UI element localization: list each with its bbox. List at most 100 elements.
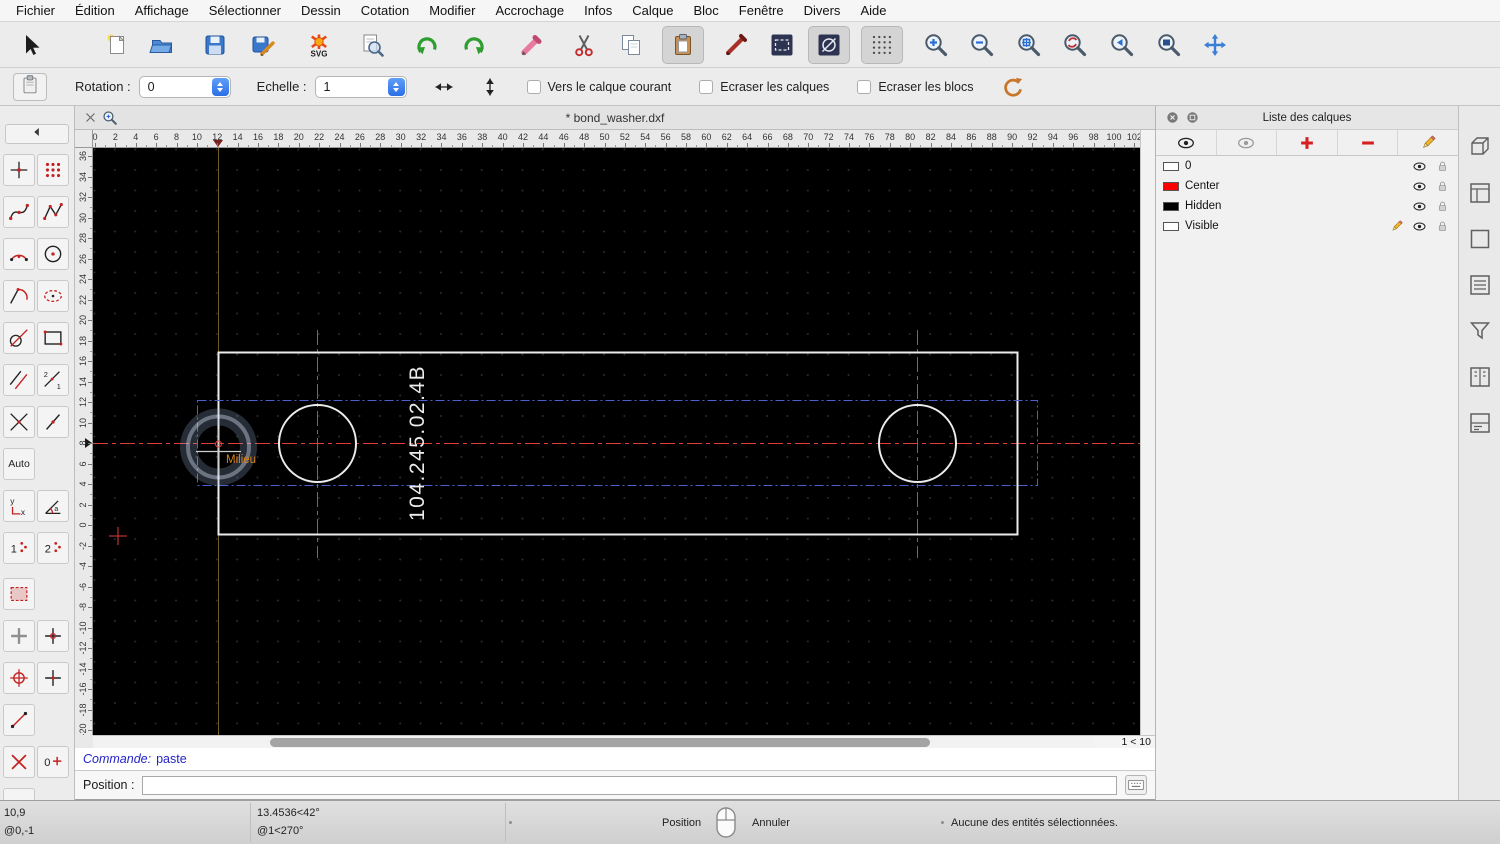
- menu-modifier[interactable]: Modifier: [419, 3, 485, 18]
- draw-bisector-icon[interactable]: 21: [37, 364, 69, 396]
- layer-row-center[interactable]: Center: [1156, 176, 1458, 196]
- layer-lock-icon[interactable]: [1434, 178, 1451, 194]
- draw-polyline-icon[interactable]: [37, 196, 69, 228]
- palette-back-button[interactable]: [5, 124, 69, 144]
- menu-cotation[interactable]: Cotation: [351, 3, 419, 18]
- draw-pen-icon[interactable]: [715, 26, 757, 64]
- menu-divers[interactable]: Divers: [794, 3, 851, 18]
- zoom-previous-icon[interactable]: [1101, 26, 1143, 64]
- checkbox-vers-le-calque-courant[interactable]: Vers le calque courant: [526, 79, 671, 94]
- print-preview-icon[interactable]: [351, 26, 393, 64]
- redo-icon[interactable]: [453, 26, 495, 64]
- show-all-layers-button[interactable]: [1156, 130, 1217, 155]
- drawing-canvas[interactable]: 104.245.02.4B Milieu: [93, 148, 1140, 735]
- select-window-icon[interactable]: [3, 578, 35, 610]
- dock-blank-panel-icon[interactable]: [1465, 224, 1495, 254]
- command-input[interactable]: [142, 775, 1117, 795]
- menu-calque[interactable]: Calque: [622, 3, 683, 18]
- save-as-icon[interactable]: [242, 26, 284, 64]
- grid-toggle-icon[interactable]: [861, 25, 903, 64]
- menu-accrochage[interactable]: Accrochage: [485, 3, 574, 18]
- rotation-select[interactable]: 0: [138, 75, 231, 98]
- snap-endpoint-icon[interactable]: [37, 662, 69, 694]
- zoom-auto-icon[interactable]: [1008, 26, 1050, 64]
- layer-lock-icon[interactable]: [1434, 218, 1451, 234]
- clipboard-options-button[interactable]: [13, 72, 47, 101]
- delete-entities-icon[interactable]: [510, 26, 552, 64]
- snap-distance-icon[interactable]: [3, 704, 35, 736]
- menu-selectionner[interactable]: Sélectionner: [199, 3, 291, 18]
- layer-visibility-icon[interactable]: [1411, 198, 1428, 214]
- dock-command-history-icon[interactable]: [1465, 408, 1495, 438]
- zoom-in-icon[interactable]: [915, 26, 957, 64]
- draw-tangent-line-icon[interactable]: [3, 322, 35, 354]
- layer-visibility-icon[interactable]: [1411, 158, 1428, 174]
- save-document-icon[interactable]: [194, 26, 236, 64]
- draw-rectangle-icon[interactable]: [37, 322, 69, 354]
- draw-point-icon[interactable]: [3, 154, 35, 186]
- cut-icon[interactable]: [563, 26, 605, 64]
- menu-infos[interactable]: Infos: [574, 3, 622, 18]
- circle-tool-icon[interactable]: [808, 25, 850, 64]
- lock-relative-zero-icon[interactable]: 0: [3, 788, 35, 800]
- checkbox-box[interactable]: [857, 79, 872, 94]
- draw-line-angle-icon[interactable]: [37, 406, 69, 438]
- flip-horizontal-icon[interactable]: [431, 74, 457, 100]
- edit-attributes-icon[interactable]: [761, 26, 803, 64]
- snap-free-icon[interactable]: [3, 620, 35, 652]
- checkbox-ecraser-les-blocs[interactable]: Ecraser les blocs: [857, 79, 974, 94]
- paste-icon[interactable]: [662, 25, 704, 64]
- draw-arc-icon[interactable]: [3, 238, 35, 270]
- checkbox-box[interactable]: [699, 79, 714, 94]
- checkbox-box[interactable]: [526, 79, 541, 94]
- dock-library-browser-icon[interactable]: [1465, 362, 1495, 392]
- snap-center-icon[interactable]: [3, 662, 35, 694]
- dock-block-list-icon[interactable]: [1465, 132, 1495, 162]
- draw-arc-continuation-icon[interactable]: [3, 280, 35, 312]
- snap-auto-button[interactable]: Auto: [3, 448, 35, 480]
- dock-filter-icon[interactable]: [1465, 316, 1495, 346]
- undo-icon[interactable]: [406, 26, 448, 64]
- zoom-pan-icon[interactable]: [1194, 26, 1236, 64]
- layer-row-hidden[interactable]: Hidden: [1156, 196, 1458, 216]
- copy-icon[interactable]: [610, 26, 652, 64]
- dock-entity-list-icon[interactable]: [1465, 270, 1495, 300]
- scrollbar-thumb[interactable]: [270, 738, 930, 747]
- layer-row-0[interactable]: 0: [1156, 156, 1458, 176]
- panel-close-icon[interactable]: [1163, 109, 1181, 127]
- layer-visibility-icon[interactable]: [1411, 218, 1428, 234]
- rotate-ccw-icon[interactable]: [1000, 74, 1026, 100]
- zoom-redraw-icon[interactable]: [1054, 26, 1096, 64]
- dock-layer-list-icon[interactable]: [1465, 178, 1495, 208]
- draw-circle-icon[interactable]: [37, 238, 69, 270]
- zoom-window-icon[interactable]: [1148, 26, 1190, 64]
- zoom-out-icon[interactable]: [961, 26, 1003, 64]
- draw-parallel-icon[interactable]: [3, 364, 35, 396]
- draw-ellipse-icon[interactable]: [37, 280, 69, 312]
- vertical-scrollbar[interactable]: [1140, 130, 1155, 735]
- menu-bloc[interactable]: Bloc: [683, 3, 728, 18]
- draw-line-cross-icon[interactable]: [3, 406, 35, 438]
- new-document-icon[interactable]: [96, 26, 138, 64]
- menu-fenetre[interactable]: Fenêtre: [729, 3, 794, 18]
- command-line[interactable]: Commande: paste: [75, 748, 1155, 771]
- panel-float-icon[interactable]: [1183, 109, 1201, 127]
- draw-spline-icon[interactable]: [3, 196, 35, 228]
- snap-intersection-icon[interactable]: [3, 746, 35, 778]
- horizontal-scrollbar[interactable]: [93, 735, 1095, 748]
- menu-fichier[interactable]: Fichier: [6, 3, 65, 18]
- add-layer-button[interactable]: [1277, 130, 1338, 155]
- set-relative-zero-icon[interactable]: 0: [37, 746, 69, 778]
- hide-all-layers-button[interactable]: [1217, 130, 1278, 155]
- export-svg-icon[interactable]: SVG: [298, 26, 340, 64]
- menu-edition[interactable]: Édition: [65, 3, 125, 18]
- scale-select[interactable]: 1: [314, 75, 407, 98]
- menu-aide[interactable]: Aide: [850, 3, 896, 18]
- restrict-orthogonal-icon[interactable]: yx: [3, 490, 35, 522]
- layer-lock-icon[interactable]: [1434, 198, 1451, 214]
- select-pointer-icon[interactable]: [10, 26, 52, 64]
- edit-layer-button[interactable]: [1398, 130, 1458, 155]
- snap-grid-icon[interactable]: [37, 620, 69, 652]
- open-document-icon[interactable]: [141, 26, 183, 64]
- snap-grid-fine-icon[interactable]: 2: [37, 532, 69, 564]
